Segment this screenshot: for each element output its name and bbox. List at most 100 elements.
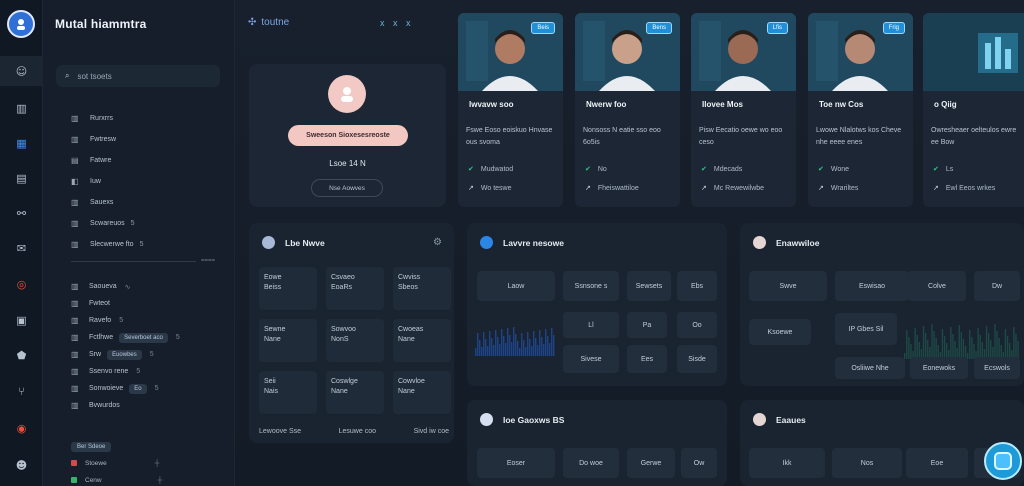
stat-cell[interactable]: Nos (832, 448, 902, 478)
card-link[interactable]: ↗ Fheiswattiloe (585, 184, 639, 193)
sidebar-item[interactable]: ▥ Rurxrrs (71, 108, 221, 129)
sidebar-item[interactable]: ◧ Iuw (71, 171, 221, 192)
card-link[interactable]: ✔ Wone (818, 165, 849, 174)
stat-cell[interactable]: Eoe (906, 448, 968, 478)
footer-tag[interactable]: Ber Sdeoe (71, 442, 112, 452)
stat-cell[interactable]: Ll (563, 312, 619, 338)
sidebar-item[interactable]: ▥ Scwareuos 5 (71, 213, 221, 234)
person-card[interactable]: Lfis Ilovee Mos Pisw Eecatio oewe wo eoo c… (691, 13, 796, 207)
stat-cell[interactable]: IP Gbes Sil (835, 313, 897, 345)
section-row[interactable]: ▥ Fctlhwe Severboet aco 5 (71, 329, 226, 346)
stat-cell[interactable]: Oo (677, 312, 717, 338)
status-pill[interactable]: Eo (129, 383, 147, 394)
sidebar-item[interactable]: ▥ Fwtresw (71, 129, 221, 150)
role-badge[interactable]: Beis (531, 22, 555, 34)
people-icon[interactable]: ☺ (13, 63, 30, 80)
card-link[interactable]: ✔ Mudwatod (468, 165, 513, 174)
sidebar-item[interactable]: ▥ Slecwerwe fto 5 (71, 234, 221, 255)
stat-cell[interactable]: Sowvoo NonS (326, 319, 384, 362)
chat-button[interactable] (984, 442, 1022, 480)
group-icon[interactable]: ☻ (13, 457, 30, 474)
person-card[interactable]: o Qiig Owresheaer oelteulos ewre ee Bow ✔ L… (923, 13, 1024, 207)
section-row[interactable]: ▥ Saoueva ∿ (71, 278, 226, 295)
secondary-button[interactable]: Nse Aowves (311, 179, 383, 197)
search-input[interactable] (77, 71, 198, 81)
stat-cell[interactable]: Eonewoks (910, 357, 968, 379)
stat-cell[interactable]: Eowe Beiss (259, 267, 317, 310)
stat-cell[interactable]: Ksoewe (749, 319, 811, 345)
settings-icon[interactable]: ⚙ (433, 237, 442, 248)
stat-cell[interactable]: Ebs (677, 271, 717, 301)
stat-cell[interactable]: Do woe (563, 448, 619, 478)
card-link[interactable]: ↗ Ewl Eeos wrkes (933, 184, 995, 193)
person-name[interactable]: Nwerw foo (586, 100, 626, 109)
stat-cell[interactable]: Pa (627, 312, 667, 338)
stat-cell[interactable]: Seii Nais (259, 371, 317, 414)
sidebar-item[interactable]: ▥ Sauexs (71, 192, 221, 213)
stat-cell[interactable]: Sivese (563, 345, 619, 373)
person-name[interactable]: Iwvavw soo (469, 100, 513, 109)
person-card[interactable]: Beis Iwvavw soo Fswe Eoso eoiskuo Hnvase o… (458, 13, 563, 207)
status-pill[interactable]: Severboet aco (119, 332, 168, 343)
person-name[interactable]: Toe nw Cos (819, 100, 863, 109)
stat-cell[interactable]: Gerwe (627, 448, 675, 478)
branch-icon[interactable]: ⑂ (13, 383, 30, 400)
section-row[interactable]: ▥ Sonwoieve Eo 5 (71, 380, 226, 397)
person-card[interactable]: Frig Toe nw Cos Lwowe Nlalotws kos Cheve n… (808, 13, 913, 207)
link-icon[interactable]: ⚯ (13, 205, 30, 222)
stat-cell[interactable]: Sisde (677, 345, 717, 373)
stat-cell[interactable]: Ikk (749, 448, 825, 478)
stat-cell[interactable]: Sewsets (627, 271, 671, 301)
avatar[interactable] (328, 75, 366, 113)
stat-cell[interactable]: Osliiwe Nhe (835, 357, 905, 379)
search-box[interactable]: ⌕ (56, 65, 220, 87)
status-pill[interactable]: Euowbes (107, 349, 142, 360)
section-row[interactable]: ▥ Fwteot (71, 295, 226, 312)
stat-cell[interactable]: Csvaeo EoaRs (326, 267, 384, 310)
stat-cell[interactable]: Swve (749, 271, 827, 301)
person-name[interactable]: o Qiig (934, 100, 957, 109)
section-row[interactable]: ▥ Srw Euowbes 5 (71, 346, 226, 363)
record-icon[interactable]: ◉ (13, 420, 30, 437)
card-link[interactable]: ✔ Mdecads (701, 165, 742, 174)
stat-cell[interactable]: Dw (974, 271, 1020, 301)
stat-cell[interactable]: Eoser (477, 448, 555, 478)
target-icon[interactable]: ◎ (13, 276, 30, 293)
card-link[interactable]: ↗ Wo teswe (468, 184, 511, 193)
stat-cell[interactable]: Ecswols (974, 357, 1020, 379)
stat-cell[interactable]: Colve (908, 271, 966, 301)
person-name[interactable]: Ilovee Mos (702, 100, 743, 109)
footer-row[interactable]: Cenw ┼ (71, 473, 221, 486)
person-card[interactable]: Bens Nwerw foo Nonsoss N eatie sso eoo 6o5… (575, 13, 680, 207)
footer-row[interactable]: Stoewe ┼ (71, 456, 221, 470)
section-row[interactable]: ▥ Bvwurdos (71, 397, 226, 414)
section-row[interactable]: ▥ Ravefo 5 (71, 312, 226, 329)
role-badge[interactable]: Lfis (766, 22, 788, 34)
stat-cell[interactable]: Ow (681, 448, 717, 478)
primary-cta-button[interactable]: Sweeson Sioxesesreoste (288, 125, 408, 146)
workspace-label[interactable]: toutne (261, 17, 289, 28)
stat-cell[interactable]: Laow (477, 271, 555, 301)
role-badge[interactable]: Bens (646, 22, 672, 34)
shield-icon[interactable]: ⬟ (13, 347, 30, 364)
section-row[interactable]: ▥ Ssenvo rene 5 (71, 363, 226, 380)
person-card-icon[interactable]: ▤ (13, 170, 30, 187)
app-logo-icon[interactable] (7, 10, 35, 38)
apps-icon[interactable]: ▣ (13, 312, 30, 329)
stat-cell[interactable]: Ssnsone s (563, 271, 619, 301)
stat-cell[interactable]: Eswisao (835, 271, 909, 301)
chart-icon[interactable]: ▥ (13, 100, 30, 117)
stat-cell[interactable]: Cwviss Sbeos (393, 267, 451, 310)
stat-cell[interactable]: Cwoeas Nane (393, 319, 451, 362)
card-link[interactable]: ✔ Ls (933, 165, 953, 174)
message-icon[interactable]: ✉ (13, 240, 30, 257)
role-badge[interactable]: Frig (882, 22, 905, 34)
stat-cell[interactable]: Ees (627, 345, 667, 373)
stat-cell[interactable]: Sewne Nane (259, 319, 317, 362)
card-link[interactable]: ↗ Mc Rewewilwbe (701, 184, 764, 193)
stat-cell[interactable]: Cowvloe Nane (393, 371, 451, 414)
window-controls[interactable]: x x x (380, 18, 414, 28)
stat-cell[interactable]: Coswlge Nane (326, 371, 384, 414)
card-link[interactable]: ↗ Wrariltes (818, 184, 858, 193)
card-link[interactable]: ✔ No (585, 165, 607, 174)
